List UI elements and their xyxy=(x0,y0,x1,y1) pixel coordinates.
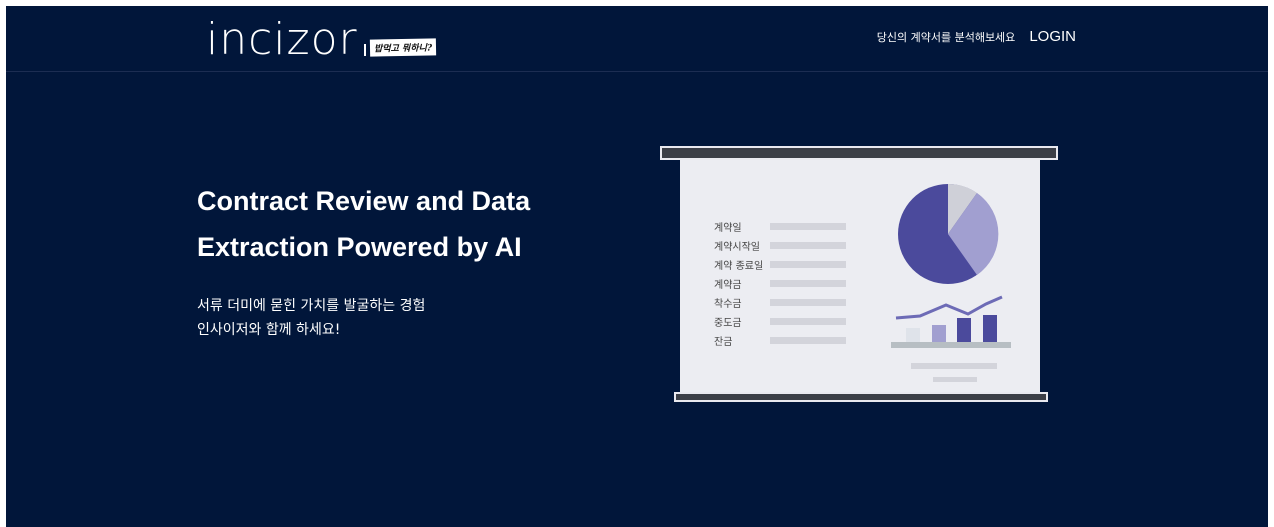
trend-line xyxy=(895,295,1003,320)
screen-top-bar xyxy=(660,146,1058,160)
presentation-screen-illustration: 계약일 계약시작일 계약 종료일 계약금 착수금 중도금 잔금 xyxy=(660,146,1062,402)
hero-title-line-2: Extraction Powered by AI xyxy=(197,232,522,262)
logo-wordmark: incizor xyxy=(206,14,358,65)
hero-subtitle-line-2: 인사이저와 함께 하세요! xyxy=(197,322,341,338)
bar-chart-icon xyxy=(891,295,1011,348)
bar-2 xyxy=(932,325,946,342)
caption-bar-1 xyxy=(911,363,997,369)
page-background: incizor 밥먹고 뭐하니? 당신의 계약서를 분석해보세요 LOGIN C… xyxy=(6,6,1268,527)
hero-subtitle: 서류 더미에 묻힌 가치를 발굴하는 경험 인사이저와 함께 하세요! xyxy=(197,294,425,342)
screen-body: 계약일 계약시작일 계약 종료일 계약금 착수금 중도금 잔금 xyxy=(680,160,1040,394)
screen-bottom-bar xyxy=(674,392,1048,402)
bar-3 xyxy=(957,318,971,342)
logo-tagline: 밥먹고 뭐하니? xyxy=(369,38,436,57)
pie-chart-icon xyxy=(898,183,999,284)
caption-bar-2 xyxy=(933,377,977,382)
logo[interactable]: incizor 밥먹고 뭐하니? xyxy=(206,10,436,66)
header: incizor 밥먹고 뭐하니? 당신의 계약서를 분석해보세요 LOGIN xyxy=(6,6,1268,72)
bar-4 xyxy=(983,315,997,342)
analyze-contract-link[interactable]: 당신의 계약서를 분석해보세요 xyxy=(877,29,1016,45)
hero-title: Contract Review and Data Extraction Powe… xyxy=(197,178,617,270)
logo-divider xyxy=(363,44,366,56)
hero-subtitle-line-1: 서류 더미에 묻힌 가치를 발굴하는 경험 xyxy=(197,298,426,314)
top-nav: 당신의 계약서를 분석해보세요 LOGIN xyxy=(877,28,1076,45)
hero-title-line-1: Contract Review and Data xyxy=(197,186,531,216)
bar-1 xyxy=(906,328,920,342)
login-link[interactable]: LOGIN xyxy=(1029,28,1076,45)
chart-baseline xyxy=(891,342,1011,348)
chart-graphics xyxy=(891,183,1011,382)
